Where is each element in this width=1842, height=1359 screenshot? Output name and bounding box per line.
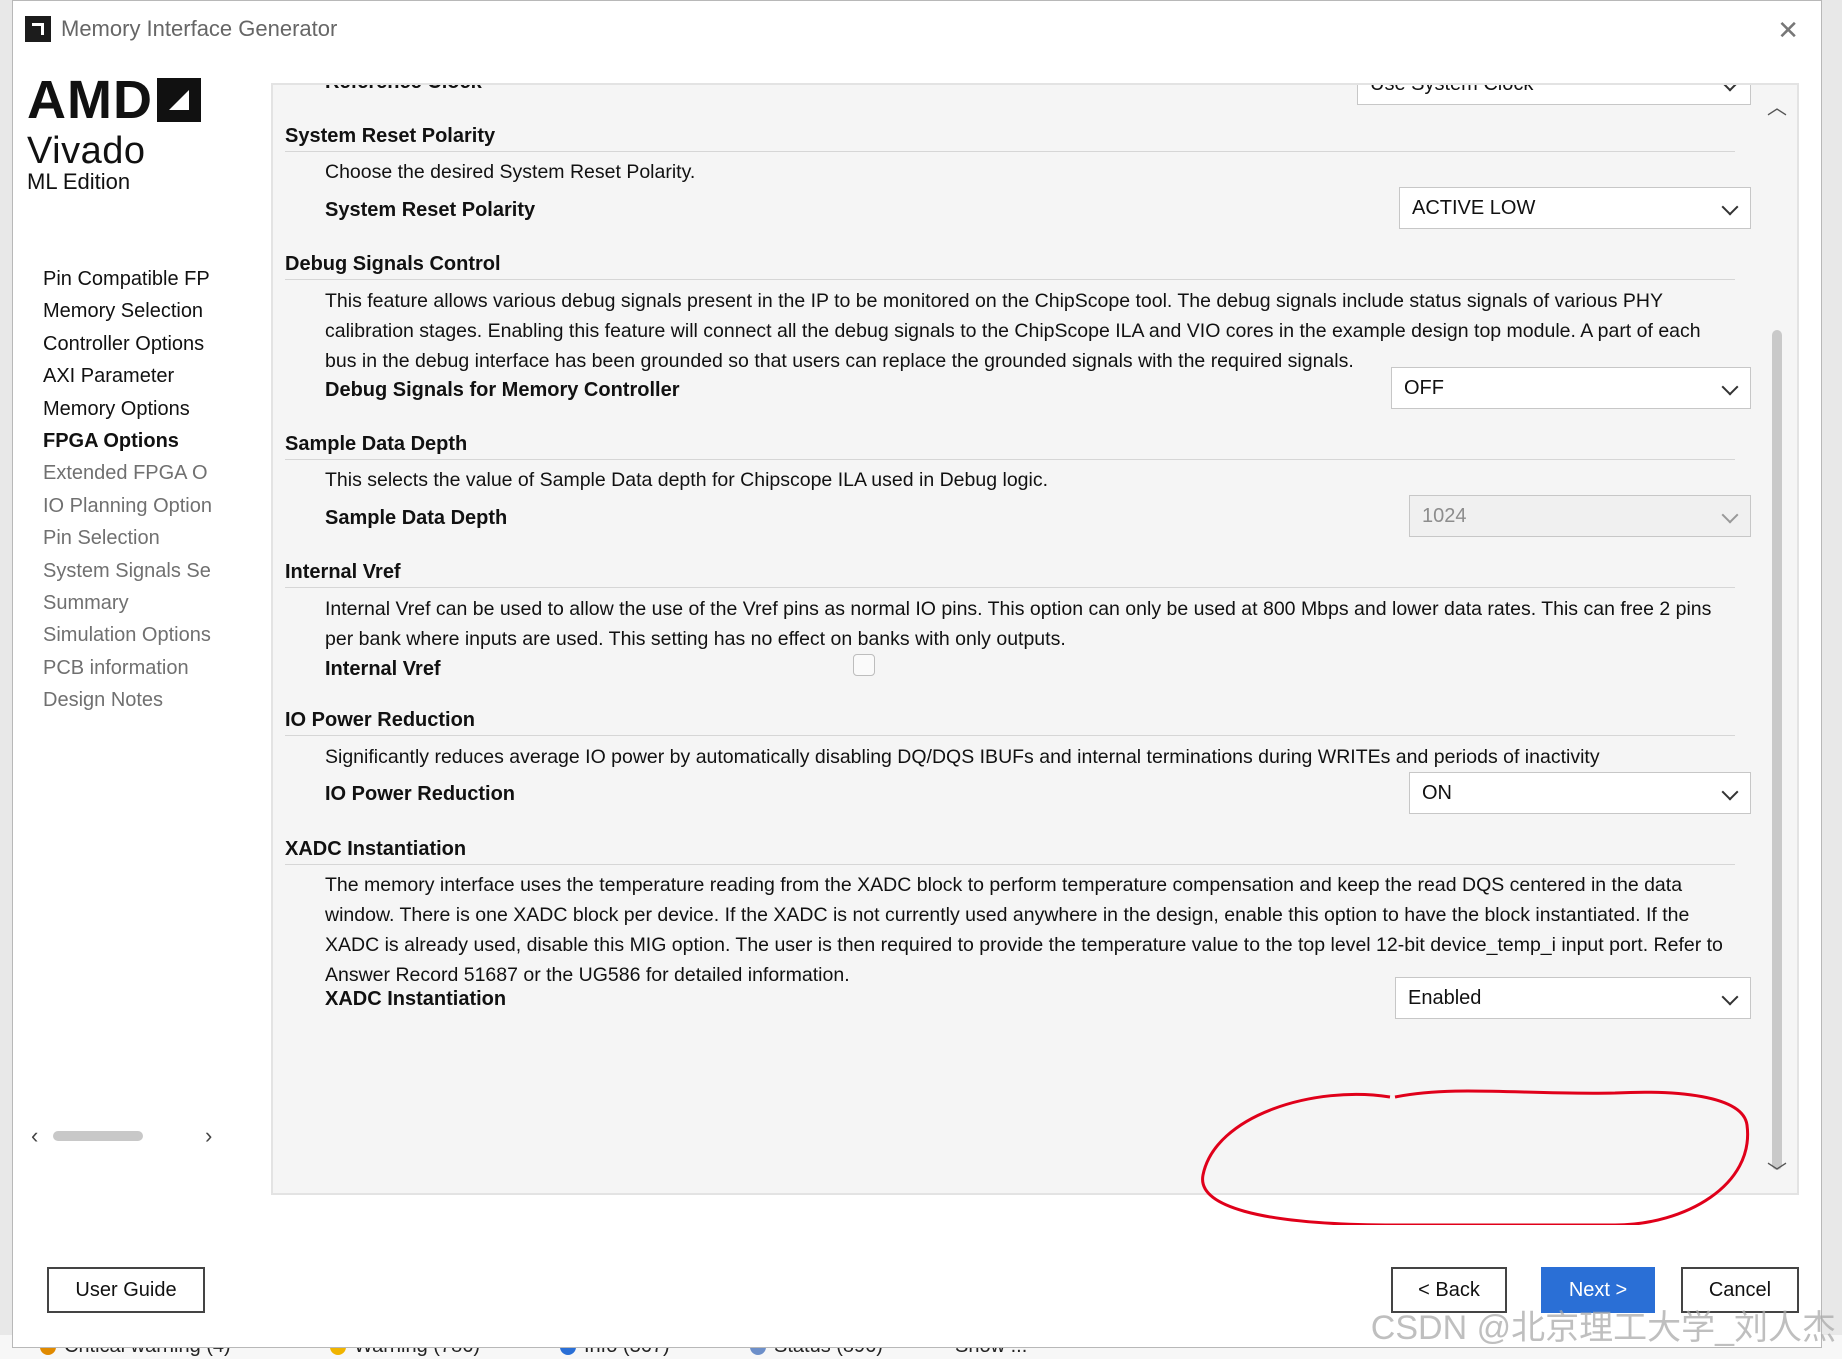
sidebar-item: Design Notes [43, 689, 164, 712]
ref-clock-value: Use System Clock [1370, 85, 1533, 95]
section-title-vref: Internal Vref [285, 561, 401, 583]
debug-desc: This feature allows various debug signal… [325, 290, 1701, 372]
logo-brand: AMD [27, 70, 153, 130]
sample-depth-select: 1024 [1409, 495, 1751, 537]
divider [285, 864, 1735, 865]
sidebar-item: System Signals Se [43, 559, 211, 582]
csdn-watermark: CSDN @北京理工大学_刘人杰 [1370, 1309, 1836, 1347]
sample-label: Sample Data Depth [325, 507, 508, 529]
sidebar-item: PCB information [43, 656, 189, 679]
section-title-debug: Debug Signals Control [285, 253, 501, 275]
background-app-left [0, 0, 12, 1359]
sidebar-item[interactable]: AXI Parameter [43, 360, 225, 392]
title-bar: Memory Interface Generator ✕ [13, 1, 1821, 57]
chevron-down-icon [1721, 783, 1739, 801]
vivado-app-icon [25, 16, 51, 42]
logo-edition: ML Edition [27, 169, 131, 194]
scroll-up-icon[interactable]: ︿ [1767, 91, 1787, 120]
sidebar-item[interactable]: FPGA Options [43, 425, 225, 457]
divider [285, 587, 1735, 588]
logo-product: Vivado [27, 130, 146, 172]
background-app-right [1822, 0, 1842, 1359]
amd-arrow-icon [156, 78, 201, 122]
vref-desc: Internal Vref can be used to allow the u… [325, 598, 1712, 650]
sample-value: 1024 [1422, 505, 1467, 527]
options-panel: Reference Clock Use System Clock System … [271, 83, 1799, 1195]
reset-value: ACTIVE LOW [1412, 197, 1536, 219]
options-vscroll[interactable]: ︿ ﹀ [1759, 85, 1797, 1193]
xadc-desc: The memory interface uses the temperatur… [325, 874, 1723, 986]
section-title-sample: Sample Data Depth [285, 433, 468, 455]
sample-desc: This selects the value of Sample Data de… [325, 469, 1049, 491]
options-scroll-area: Reference Clock Use System Clock System … [285, 85, 1755, 1193]
ref-clock-select[interactable]: Use System Clock [1357, 85, 1751, 105]
window-title: Memory Interface Generator [61, 16, 338, 41]
ref-clock-label: Reference Clock [325, 85, 482, 94]
sidebar: AMD Vivado ML Edition Pin Compatible FP M… [13, 57, 223, 1229]
debug-value: OFF [1404, 377, 1444, 399]
io-power-select[interactable]: ON [1409, 772, 1751, 814]
chevron-down-icon [1721, 988, 1739, 1006]
chevron-down-icon [1721, 198, 1739, 216]
reset-polarity-select[interactable]: ACTIVE LOW [1399, 187, 1751, 229]
section-title-xadc: XADC Instantiation [285, 838, 467, 860]
scroll-down-icon[interactable]: ﹀ [1767, 1156, 1787, 1185]
sidebar-item: IO Planning Option [43, 494, 212, 517]
sidebar-hscroll[interactable]: ‹ › [21, 1125, 221, 1147]
sidebar-item: Summary [43, 592, 129, 615]
reset-label: System Reset Polarity [325, 199, 536, 221]
xadc-select[interactable]: Enabled [1395, 977, 1751, 1019]
sidebar-item: Extended FPGA O [43, 462, 208, 485]
debug-label: Debug Signals for Memory Controller [325, 379, 680, 401]
divider [285, 735, 1735, 736]
close-icon[interactable]: ✕ [1777, 15, 1799, 46]
vref-label: Internal Vref [325, 658, 441, 680]
scroll-left-icon[interactable]: ‹ [31, 1125, 38, 1147]
divider [285, 459, 1735, 460]
chevron-down-icon [1721, 378, 1739, 396]
section-title-reset: System Reset Polarity [285, 125, 496, 147]
sidebar-item: Simulation Options [43, 624, 211, 647]
xadc-label: XADC Instantiation [325, 988, 507, 1010]
divider [285, 151, 1735, 152]
scroll-right-icon[interactable]: › [205, 1125, 212, 1147]
divider [285, 279, 1735, 280]
sidebar-item[interactable]: Controller Options [43, 328, 225, 360]
user-guide-button[interactable]: User Guide [47, 1267, 205, 1313]
chevron-down-icon [1721, 506, 1739, 524]
section-title-power: IO Power Reduction [285, 709, 476, 731]
reset-desc: Choose the desired System Reset Polarity… [325, 161, 696, 183]
chevron-down-icon [1721, 85, 1739, 92]
scroll-thumb[interactable] [53, 1131, 143, 1141]
power-value: ON [1422, 782, 1452, 804]
xadc-value: Enabled [1408, 987, 1482, 1009]
sidebar-item: Pin Selection [43, 527, 160, 550]
sidebar-item[interactable]: Memory Selection [43, 295, 225, 327]
power-desc: Significantly reduces average IO power b… [325, 746, 1600, 768]
internal-vref-checkbox[interactable] [853, 654, 875, 676]
power-label: IO Power Reduction [325, 783, 516, 805]
mig-dialog: Memory Interface Generator ✕ AMD Vivado … [12, 0, 1822, 1348]
wizard-nav: Pin Compatible FP Memory Selection Control… [43, 263, 225, 717]
scroll-thumb[interactable] [1772, 330, 1782, 1170]
amd-vivado-logo: AMD Vivado ML Edition [27, 73, 201, 193]
debug-signals-select[interactable]: OFF [1391, 367, 1751, 409]
sidebar-item[interactable]: Pin Compatible FP [43, 263, 225, 295]
sidebar-item[interactable]: Memory Options [43, 393, 225, 425]
